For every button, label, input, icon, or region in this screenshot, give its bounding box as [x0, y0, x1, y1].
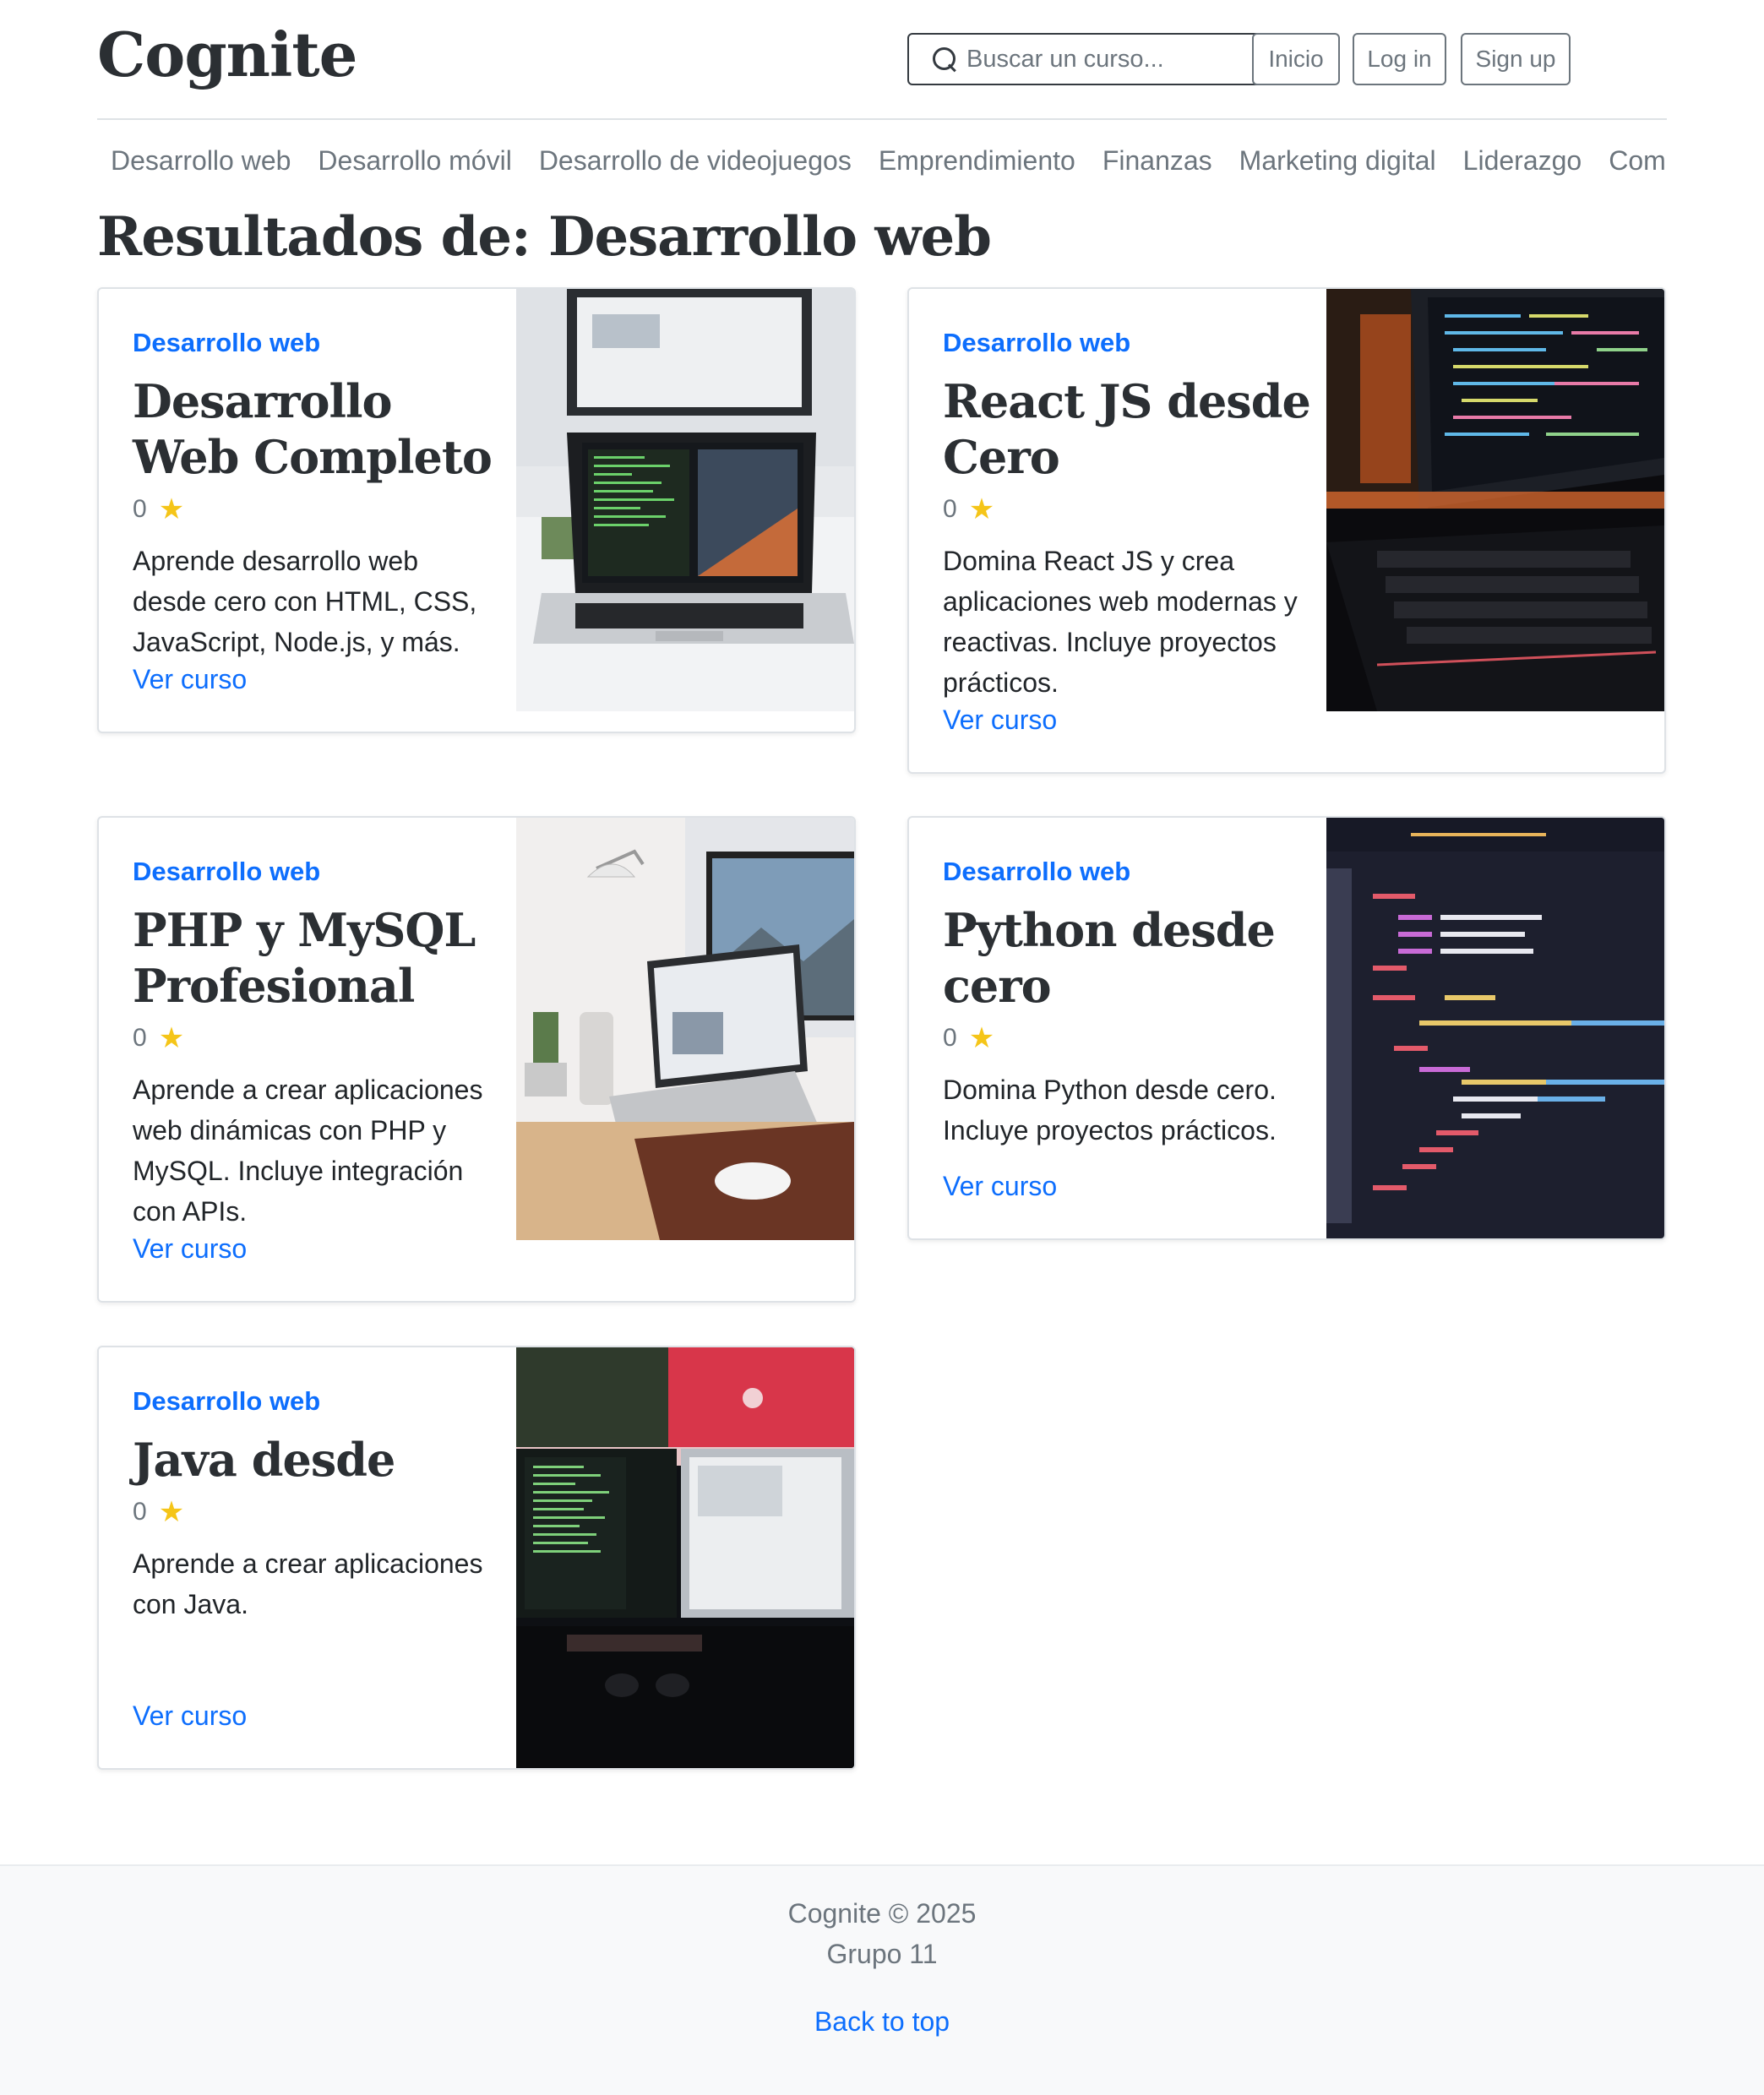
monitor-keyboard-code-photo: [1326, 289, 1664, 711]
category-link-desarrollo-movil[interactable]: Desarrollo móvil: [304, 139, 525, 182]
course-title: PHP y MySQL Profesional: [133, 903, 476, 1013]
course-rating: 0 ★: [133, 1024, 184, 1053]
footer-group: Grupo 11: [826, 1939, 938, 1969]
rating-value: 0: [133, 1024, 147, 1052]
category-link-marketing[interactable]: Marketing digital: [1226, 139, 1450, 182]
course-description: Aprende desarrollo web desde cero con HT…: [133, 546, 477, 657]
signup-button[interactable]: Sign up: [1461, 33, 1571, 85]
course-card: Desarrollo web Python desde cero 0 ★ Domi…: [907, 816, 1666, 1240]
view-course-link[interactable]: Ver curso: [133, 1233, 247, 1265]
category-link-liderazgo[interactable]: Liderazgo: [1450, 139, 1596, 182]
brand-logo[interactable]: Cognite: [97, 19, 357, 90]
back-to-top-link[interactable]: Back to top: [0, 2006, 1764, 2038]
footer-copyright: Cognite © 2025: [787, 1898, 977, 1929]
course-card: Desarrollo web Desarrollo Web Completo 0…: [97, 287, 856, 733]
course-title: React JS desde Cero: [943, 374, 1311, 484]
rating-value: 0: [943, 495, 957, 523]
rating-value: 0: [943, 1024, 957, 1052]
course-category: Desarrollo web: [133, 1386, 321, 1416]
view-course-link[interactable]: Ver curso: [943, 1171, 1057, 1202]
course-title: Java desde: [133, 1433, 395, 1487]
login-button[interactable]: Log in: [1353, 33, 1446, 85]
star-icon: ★: [158, 1496, 185, 1528]
view-course-link[interactable]: Ver curso: [133, 1700, 247, 1732]
category-nav: Desarrollo web Desarrollo móvil Desarrollo…: [97, 139, 1667, 182]
dual-monitor-setup-photo: [516, 1347, 854, 1768]
course-rating: 0 ★: [133, 1498, 184, 1526]
course-description: Domina Python desde cero. Incluye proyec…: [943, 1075, 1277, 1145]
category-link-videojuegos[interactable]: Desarrollo de videojuegos: [525, 139, 865, 182]
course-description: Aprende a crear aplicaciones con Java.: [133, 1548, 483, 1619]
course-rating: 0 ★: [133, 495, 184, 524]
category-link-finanzas[interactable]: Finanzas: [1089, 139, 1226, 182]
course-rating: 0 ★: [943, 1024, 994, 1053]
course-card: Desarrollo web Java desde 0 ★ Aprende a c…: [97, 1346, 856, 1770]
course-title: Python desde cero: [943, 903, 1276, 1013]
code-editor-screen-photo: [1326, 818, 1664, 1238]
search-icon: [931, 46, 958, 73]
laptop-desk-photo: [516, 289, 854, 711]
home-button[interactable]: Inicio: [1252, 33, 1340, 85]
page-title: Resultados de: Desarrollo web: [97, 205, 992, 269]
view-course-link[interactable]: Ver curso: [943, 705, 1057, 736]
search-input[interactable]: [966, 45, 1245, 73]
course-description: Aprende a crear aplicaciones web dinámic…: [133, 1075, 483, 1227]
course-category: Desarrollo web: [133, 857, 321, 886]
star-icon: ★: [158, 1022, 185, 1054]
header-divider: [97, 118, 1667, 120]
star-icon: ★: [158, 493, 185, 525]
category-link-emprendimiento[interactable]: Emprendimiento: [865, 139, 1089, 182]
course-card: Desarrollo web PHP y MySQL Profesional 0…: [97, 816, 856, 1303]
course-description: Domina React JS y crea aplicaciones web …: [943, 546, 1298, 698]
course-rating: 0 ★: [943, 495, 994, 524]
category-link-desarrollo-web[interactable]: Desarrollo web: [97, 139, 304, 182]
category-link-comunicacion[interactable]: Comunicación: [1595, 139, 1667, 182]
rating-value: 0: [133, 495, 147, 523]
course-category: Desarrollo web: [943, 328, 1131, 357]
course-card: Desarrollo web React JS desde Cero 0 ★ Do…: [907, 287, 1666, 774]
course-category: Desarrollo web: [943, 857, 1131, 886]
workspace-laptop-lamp-photo: [516, 818, 854, 1240]
page-footer: Cognite © 2025 Grupo 11 Back to top: [0, 1864, 1764, 2095]
course-category: Desarrollo web: [133, 328, 321, 357]
view-course-link[interactable]: Ver curso: [133, 664, 247, 695]
star-icon: ★: [968, 1022, 995, 1054]
star-icon: ★: [968, 493, 995, 525]
search-box[interactable]: [907, 33, 1265, 85]
rating-value: 0: [133, 1498, 147, 1526]
course-title: Desarrollo Web Completo: [133, 374, 493, 484]
